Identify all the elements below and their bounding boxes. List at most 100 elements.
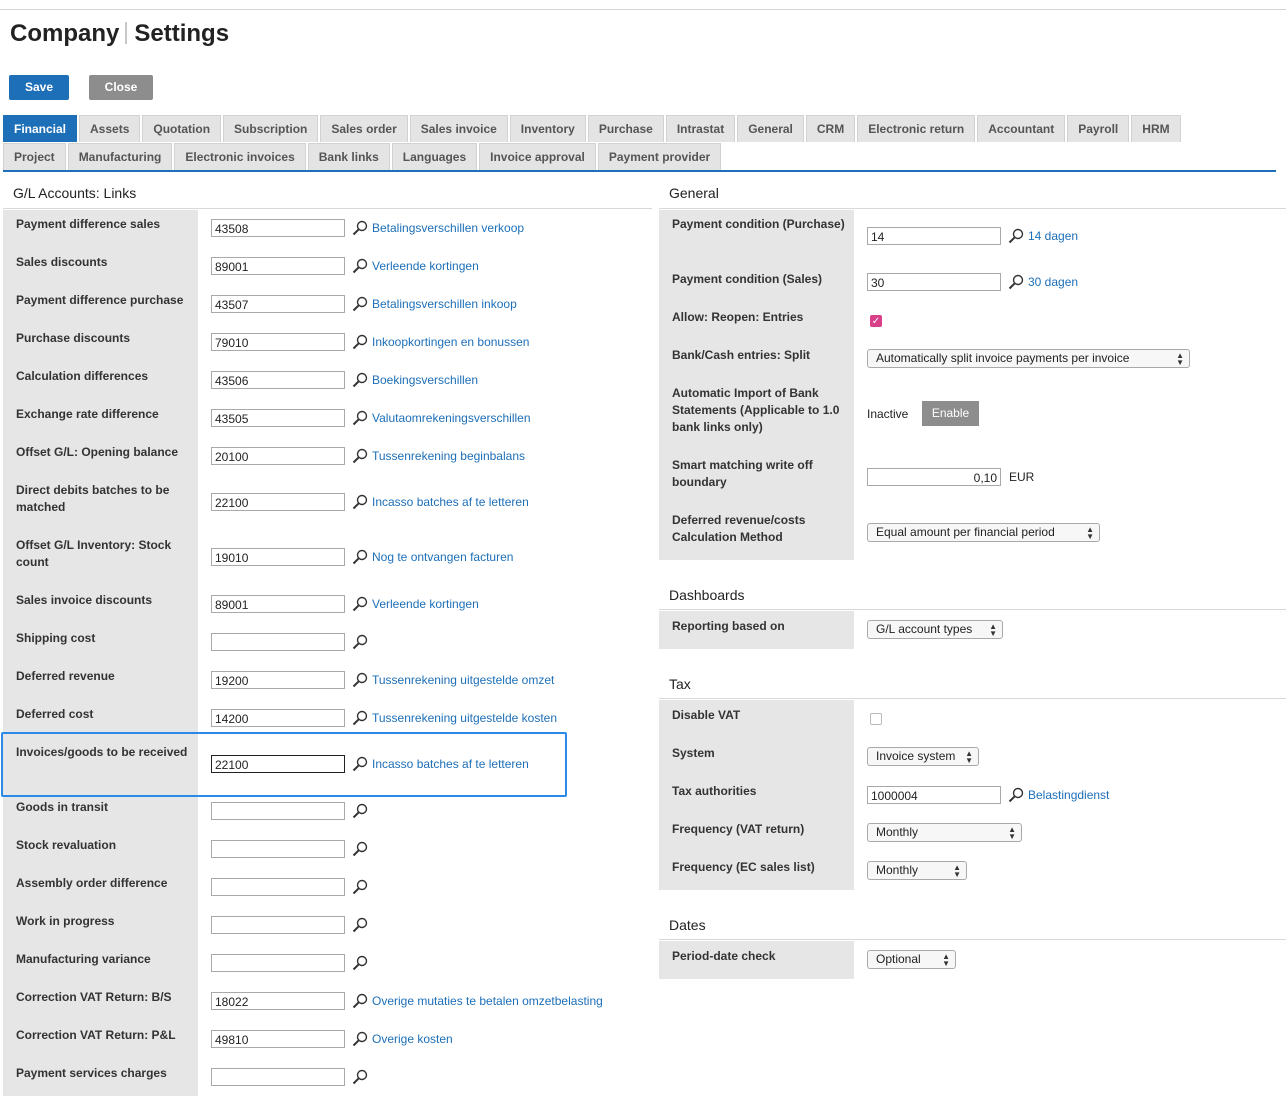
account-input[interactable]: 89001 (211, 595, 345, 613)
search-icon[interactable] (352, 296, 368, 312)
deferred-method-select[interactable]: Equal amount per financial period ▲ ▼ (867, 523, 1100, 542)
reporting-based-on-select[interactable]: G/L account types ▲ ▼ (867, 620, 1003, 639)
account-description-link[interactable]: Tussenrekening beginbalans (372, 449, 525, 463)
account-description-link[interactable]: Tussenrekening uitgestelde omzet (372, 673, 554, 687)
bank-cash-split-select[interactable]: Automatically split invoice payments per… (867, 349, 1190, 368)
search-icon[interactable] (352, 672, 368, 688)
tab-assets[interactable]: Assets (79, 115, 141, 142)
save-button[interactable]: Save (9, 75, 69, 100)
tab-hrm[interactable]: HRM (1131, 115, 1181, 142)
search-icon[interactable] (352, 710, 368, 726)
search-icon[interactable] (352, 596, 368, 612)
search-icon[interactable] (352, 955, 368, 971)
payment-condition-sales-input[interactable]: 30 (867, 273, 1001, 291)
account-input[interactable]: 22100 (211, 493, 345, 511)
search-icon[interactable] (352, 917, 368, 933)
search-icon[interactable] (352, 410, 368, 426)
tab-payroll[interactable]: Payroll (1067, 115, 1130, 142)
tab-accountant[interactable]: Accountant (977, 115, 1066, 142)
account-input[interactable]: 43505 (211, 409, 345, 427)
search-icon[interactable] (352, 879, 368, 895)
account-description-link[interactable]: Overige mutaties te betalen omzetbelasti… (372, 994, 603, 1008)
account-input[interactable]: 43508 (211, 219, 345, 237)
account-description-link[interactable]: Nog te ontvangen facturen (372, 550, 513, 564)
search-icon[interactable] (352, 634, 368, 650)
period-date-check-select[interactable]: Optional ▲ ▼ (867, 950, 956, 969)
search-icon[interactable] (352, 841, 368, 857)
tax-authorities-input[interactable]: 1000004 (867, 786, 1001, 804)
close-button[interactable]: Close (89, 75, 153, 100)
account-input[interactable]: 19010 (211, 548, 345, 566)
payment-condition-purchase-input[interactable]: 14 (867, 227, 1001, 245)
tab-crm[interactable]: CRM (805, 115, 856, 142)
tab-project[interactable]: Project (3, 143, 66, 170)
tab-manufacturing[interactable]: Manufacturing (67, 143, 173, 170)
search-icon[interactable] (1008, 228, 1024, 244)
search-icon[interactable] (1008, 787, 1024, 803)
account-input[interactable] (211, 1068, 345, 1086)
account-description-link[interactable]: Tussenrekening uitgestelde kosten (372, 711, 557, 725)
enable-button[interactable]: Enable (922, 401, 979, 426)
tab-electronic-invoices[interactable]: Electronic invoices (174, 143, 306, 170)
smart-matching-input[interactable]: 0,10 (867, 468, 1001, 486)
search-icon[interactable] (1008, 274, 1024, 290)
account-input[interactable] (211, 878, 345, 896)
tab-invoice-approval[interactable]: Invoice approval (479, 143, 596, 170)
tab-sales-invoice[interactable]: Sales invoice (409, 115, 508, 142)
search-icon[interactable] (352, 993, 368, 1009)
tab-intrastat[interactable]: Intrastat (665, 115, 736, 142)
search-icon[interactable] (352, 258, 368, 274)
account-description-link[interactable]: Verleende kortingen (372, 259, 479, 273)
tab-electronic-return[interactable]: Electronic return (857, 115, 976, 142)
search-icon[interactable] (352, 1069, 368, 1085)
search-icon[interactable] (352, 803, 368, 819)
tab-subscription[interactable]: Subscription (223, 115, 319, 142)
freq-vat-select[interactable]: Monthly ▲ ▼ (867, 823, 1022, 842)
account-input[interactable] (211, 802, 345, 820)
tab-payment-provider[interactable]: Payment provider (597, 143, 722, 170)
account-description-link[interactable]: Inkoopkortingen en bonussen (372, 335, 529, 349)
account-input[interactable]: 49810 (211, 1030, 345, 1048)
account-input[interactable]: 79010 (211, 333, 345, 351)
tab-quotation[interactable]: Quotation (142, 115, 222, 142)
account-description-link[interactable]: Verleende kortingen (372, 597, 479, 611)
tab-inventory[interactable]: Inventory (509, 115, 586, 142)
account-input[interactable]: 18022 (211, 992, 345, 1010)
account-input[interactable]: 20100 (211, 447, 345, 465)
tax-system-select[interactable]: Invoice system ▲ ▼ (867, 747, 979, 766)
tab-sales-order[interactable]: Sales order (320, 115, 408, 142)
freq-ec-select[interactable]: Monthly ▲ ▼ (867, 861, 967, 880)
account-input[interactable] (211, 633, 345, 651)
disable-vat-checkbox[interactable] (870, 713, 882, 725)
allow-reopen-checkbox[interactable]: ✓ (870, 315, 882, 327)
tab-bank-links[interactable]: Bank links (307, 143, 390, 170)
search-icon[interactable] (352, 1031, 368, 1047)
account-description-link[interactable]: Valutaomrekeningsverschillen (372, 411, 531, 425)
tax-authorities-link[interactable]: Belastingdienst (1028, 788, 1109, 802)
account-input[interactable] (211, 916, 345, 934)
tab-financial[interactable]: Financial (3, 115, 78, 142)
payment-condition-purchase-link[interactable]: 14 dagen (1028, 229, 1078, 243)
account-description-link[interactable]: Betalingsverschillen verkoop (372, 221, 524, 235)
account-input[interactable] (211, 840, 345, 858)
account-input[interactable]: 43506 (211, 371, 345, 389)
account-input[interactable]: 19200 (211, 671, 345, 689)
account-input[interactable]: 89001 (211, 257, 345, 275)
account-input[interactable]: 14200 (211, 709, 345, 727)
search-icon[interactable] (352, 334, 368, 350)
account-description-link[interactable]: Incasso batches af te letteren (372, 495, 529, 509)
account-description-link[interactable]: Overige kosten (372, 1032, 453, 1046)
account-description-link[interactable]: Betalingsverschillen inkoop (372, 297, 517, 311)
tab-purchase[interactable]: Purchase (587, 115, 664, 142)
search-icon[interactable] (352, 549, 368, 565)
search-icon[interactable] (352, 220, 368, 236)
search-icon[interactable] (352, 448, 368, 464)
search-icon[interactable] (352, 494, 368, 510)
tab-languages[interactable]: Languages (391, 143, 478, 170)
payment-condition-sales-link[interactable]: 30 dagen (1028, 275, 1078, 289)
account-input[interactable]: 43507 (211, 295, 345, 313)
tab-general[interactable]: General (737, 115, 804, 142)
account-description-link[interactable]: Boekingsverschillen (372, 373, 478, 387)
account-input[interactable] (211, 954, 345, 972)
search-icon[interactable] (352, 372, 368, 388)
